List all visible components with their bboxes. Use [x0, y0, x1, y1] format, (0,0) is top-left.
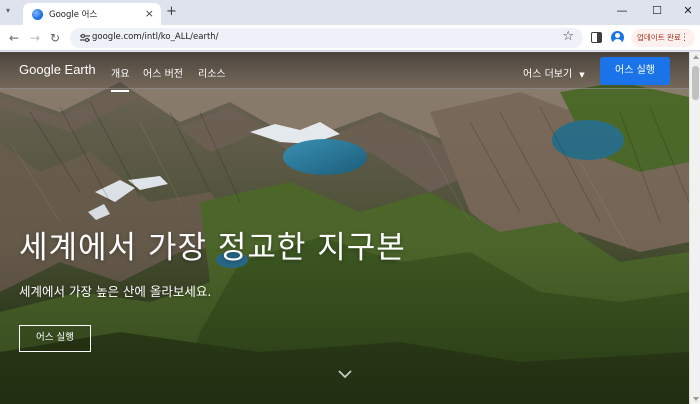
- new-tab-button[interactable]: +: [166, 5, 177, 19]
- hero-title: 세계에서 가장 정교한 지구본: [19, 230, 406, 266]
- scrollbar-thumb[interactable]: [692, 66, 699, 100]
- google-earth-favicon-icon: [32, 8, 43, 20]
- page-viewport: Google Earth 개요 어스 버전 리소스 어스 더보기 ▼ 어스 실행 …: [0, 52, 689, 404]
- tab-strip: ▾ Google 어스 × + — ☐ ✕: [0, 0, 700, 25]
- minimize-button[interactable]: —: [612, 4, 632, 18]
- more-earth-label: 어스 더보기: [523, 69, 573, 80]
- back-button[interactable]: ←: [6, 30, 22, 46]
- hero-subtitle: 세계에서 가장 높은 산에 올라보세요.: [19, 284, 212, 299]
- active-tab[interactable]: Google 어스 ×: [23, 3, 161, 25]
- browser-menu-icon[interactable]: ⋮: [680, 29, 689, 47]
- scroll-down-chevron-icon[interactable]: [337, 368, 353, 380]
- update-button-label: 업데이트 완료: [637, 33, 681, 42]
- scroll-up-arrow-icon[interactable]: [693, 55, 699, 59]
- browser-toolbar: ← → ↻ google.com/intl/ko_ALL/earth/ ☆ 업데…: [0, 25, 700, 51]
- nav-link-overview[interactable]: 개요: [111, 65, 130, 92]
- scroll-down-arrow-icon[interactable]: [693, 397, 699, 401]
- maximize-button[interactable]: ☐: [647, 4, 667, 18]
- url-text: google.com/intl/ko_ALL/earth/: [92, 32, 219, 42]
- side-panel-icon[interactable]: [591, 32, 602, 43]
- forward-button[interactable]: →: [27, 30, 43, 46]
- nav-link-resources[interactable]: 리소스: [198, 65, 226, 80]
- launch-earth-button[interactable]: 어스 실행: [600, 57, 670, 85]
- site-info-icon[interactable]: [79, 32, 91, 44]
- chevron-down-icon: ▼: [579, 71, 585, 79]
- tab-search-icon[interactable]: ▾: [6, 6, 16, 16]
- google-earth-logo[interactable]: Google Earth: [19, 62, 96, 77]
- profile-avatar[interactable]: [611, 31, 624, 44]
- update-button[interactable]: 업데이트 완료 ⋮: [631, 29, 695, 47]
- tab-close-icon[interactable]: ×: [145, 7, 154, 21]
- nav-link-earth-versions[interactable]: 어스 버전: [143, 65, 183, 80]
- reload-button[interactable]: ↻: [47, 30, 63, 46]
- more-earth-dropdown[interactable]: 어스 더보기 ▼: [523, 65, 585, 80]
- hero-launch-earth-button[interactable]: 어스 실행: [19, 325, 91, 352]
- page-scrollbar[interactable]: [689, 52, 700, 404]
- bookmark-star-icon[interactable]: ☆: [562, 29, 574, 44]
- close-window-button[interactable]: ✕: [678, 4, 698, 18]
- site-header: Google Earth 개요 어스 버전 리소스 어스 더보기 ▼ 어스 실행: [0, 52, 689, 92]
- address-bar[interactable]: google.com/intl/ko_ALL/earth/ ☆: [70, 28, 583, 48]
- tab-title: Google 어스: [49, 10, 98, 20]
